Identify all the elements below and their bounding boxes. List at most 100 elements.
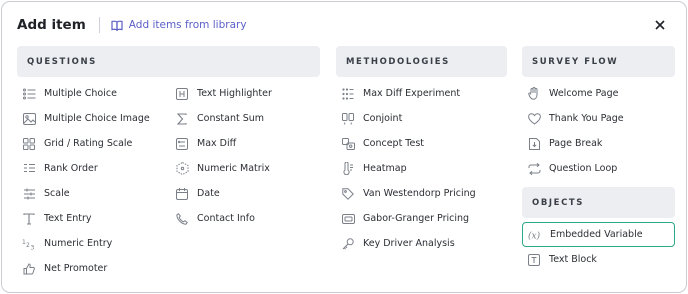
concept-test-icon — [341, 137, 355, 151]
item-label: Scale — [44, 188, 70, 199]
close-icon — [655, 20, 665, 30]
close-button[interactable] — [650, 15, 670, 35]
item-label: Conjoint — [363, 113, 403, 124]
rank-order-icon — [22, 162, 36, 176]
item-embedded-variable[interactable]: (x) Embedded Variable — [522, 222, 675, 247]
max-diff-icon — [175, 137, 189, 151]
item-text-highlighter[interactable]: Text Highlighter — [175, 81, 272, 106]
image-icon — [22, 112, 36, 126]
item-label: Grid / Rating Scale — [44, 138, 133, 149]
item-numeric-entry[interactable]: 123 Numeric Entry — [22, 231, 112, 256]
item-conjoint[interactable]: Conjoint — [341, 106, 402, 131]
thumbs-up-icon — [22, 262, 36, 276]
item-label: Concept Test — [363, 138, 425, 149]
item-label: Page Break — [549, 138, 603, 149]
item-grid-rating-scale[interactable]: Grid / Rating Scale — [22, 131, 132, 156]
hand-wave-icon — [527, 87, 541, 101]
item-welcome-page[interactable]: Welcome Page — [527, 81, 618, 106]
item-label: Contact Info — [197, 213, 255, 224]
page-break-icon — [527, 137, 541, 151]
questions-header: QUESTIONS — [17, 46, 320, 77]
list-icon — [22, 87, 36, 101]
item-max-diff[interactable]: Max Diff — [175, 131, 236, 156]
item-label: Thank You Page — [549, 113, 624, 124]
item-key-driver-analysis[interactable]: Key Driver Analysis — [341, 231, 455, 256]
key-icon — [341, 237, 355, 251]
item-label: Constant Sum — [197, 113, 265, 124]
item-label: Numeric Matrix — [197, 163, 270, 174]
header-divider — [98, 17, 100, 33]
phone-icon — [175, 212, 189, 226]
svg-text:2: 2 — [26, 242, 30, 249]
item-label: Gabor-Granger Pricing — [363, 213, 470, 224]
grid-icon — [22, 137, 36, 151]
methodologies-header: METHODOLOGIES — [336, 46, 507, 77]
item-label: Multiple Choice Image — [44, 113, 150, 124]
item-label: Date — [197, 188, 220, 199]
survey-flow-header: SURVEY FLOW — [522, 46, 675, 77]
text-icon — [22, 212, 36, 226]
item-label: Max Diff — [197, 138, 237, 149]
item-label: Text Highlighter — [197, 88, 272, 99]
item-multiple-choice[interactable]: Multiple Choice — [22, 81, 117, 106]
item-label: Welcome Page — [549, 88, 619, 99]
heart-icon — [527, 112, 541, 126]
methodologies-section: METHODOLOGIES Max Diff Experiment Conjoi… — [336, 46, 507, 250]
item-text-block[interactable]: Text Block — [527, 247, 597, 272]
survey-flow-section: SURVEY FLOW Welcome Page Thank You Page … — [522, 46, 675, 266]
variable-icon: (x) — [528, 228, 542, 242]
item-net-promoter[interactable]: Net Promoter — [22, 256, 107, 281]
item-label: Rank Order — [44, 163, 98, 174]
library-link-label: Add items from library — [128, 19, 247, 31]
item-max-diff-experiment[interactable]: Max Diff Experiment — [341, 81, 460, 106]
tag-icon — [341, 187, 355, 201]
modal-header: Add item Add items from library — [17, 14, 674, 36]
text-block-icon — [527, 253, 541, 267]
svg-text:3: 3 — [31, 244, 35, 250]
conjoint-icon — [341, 112, 355, 126]
item-multiple-choice-image[interactable]: Multiple Choice Image — [22, 106, 150, 131]
item-label: Embedded Variable — [550, 229, 643, 240]
price-card-icon — [341, 212, 355, 226]
objects-header: OBJECTS — [522, 187, 675, 218]
item-label: Question Loop — [549, 163, 618, 174]
item-label: Van Westendorp Pricing — [363, 188, 476, 199]
questions-section: QUESTIONS Multiple Choice Multiple Choic… — [17, 46, 320, 274]
loop-icon — [527, 162, 541, 176]
item-heatmap[interactable]: Heatmap — [341, 156, 407, 181]
item-label: Heatmap — [363, 163, 407, 174]
item-label: Numeric Entry — [44, 238, 113, 249]
sigma-icon — [175, 112, 189, 126]
item-scale[interactable]: Scale — [22, 181, 70, 206]
item-page-break[interactable]: Page Break — [527, 131, 602, 156]
sliders-icon — [22, 187, 36, 201]
item-label: Multiple Choice — [44, 88, 117, 99]
add-from-library-link[interactable]: Add items from library — [111, 19, 247, 31]
item-question-loop[interactable]: Question Loop — [527, 156, 617, 181]
item-thank-you-page[interactable]: Thank You Page — [527, 106, 624, 131]
svg-text:(x): (x) — [528, 230, 541, 241]
item-label: Max Diff Experiment — [363, 88, 461, 99]
calendar-icon — [175, 187, 189, 201]
matrix-icon — [175, 162, 189, 176]
book-icon — [111, 20, 123, 31]
item-numeric-matrix[interactable]: Numeric Matrix — [175, 156, 270, 181]
dot-list-icon — [341, 87, 355, 101]
item-label: Text Block — [549, 254, 597, 265]
item-date[interactable]: Date — [175, 181, 220, 206]
add-item-modal: Add item Add items from library QUESTION… — [1, 1, 687, 293]
highlighter-icon — [175, 87, 189, 101]
item-rank-order[interactable]: Rank Order — [22, 156, 98, 181]
thermometer-icon — [341, 162, 355, 176]
item-label: Net Promoter — [44, 263, 108, 274]
item-contact-info[interactable]: Contact Info — [175, 206, 255, 231]
item-label: Text Entry — [44, 213, 92, 224]
item-text-entry[interactable]: Text Entry — [22, 206, 92, 231]
modal-title: Add item — [17, 17, 86, 33]
item-concept-test[interactable]: Concept Test — [341, 131, 424, 156]
item-van-westendorp-pricing[interactable]: Van Westendorp Pricing — [341, 181, 476, 206]
item-constant-sum[interactable]: Constant Sum — [175, 106, 264, 131]
item-label: Key Driver Analysis — [363, 238, 455, 249]
item-gabor-granger-pricing[interactable]: Gabor-Granger Pricing — [341, 206, 469, 231]
numbers-icon: 123 — [22, 237, 36, 251]
